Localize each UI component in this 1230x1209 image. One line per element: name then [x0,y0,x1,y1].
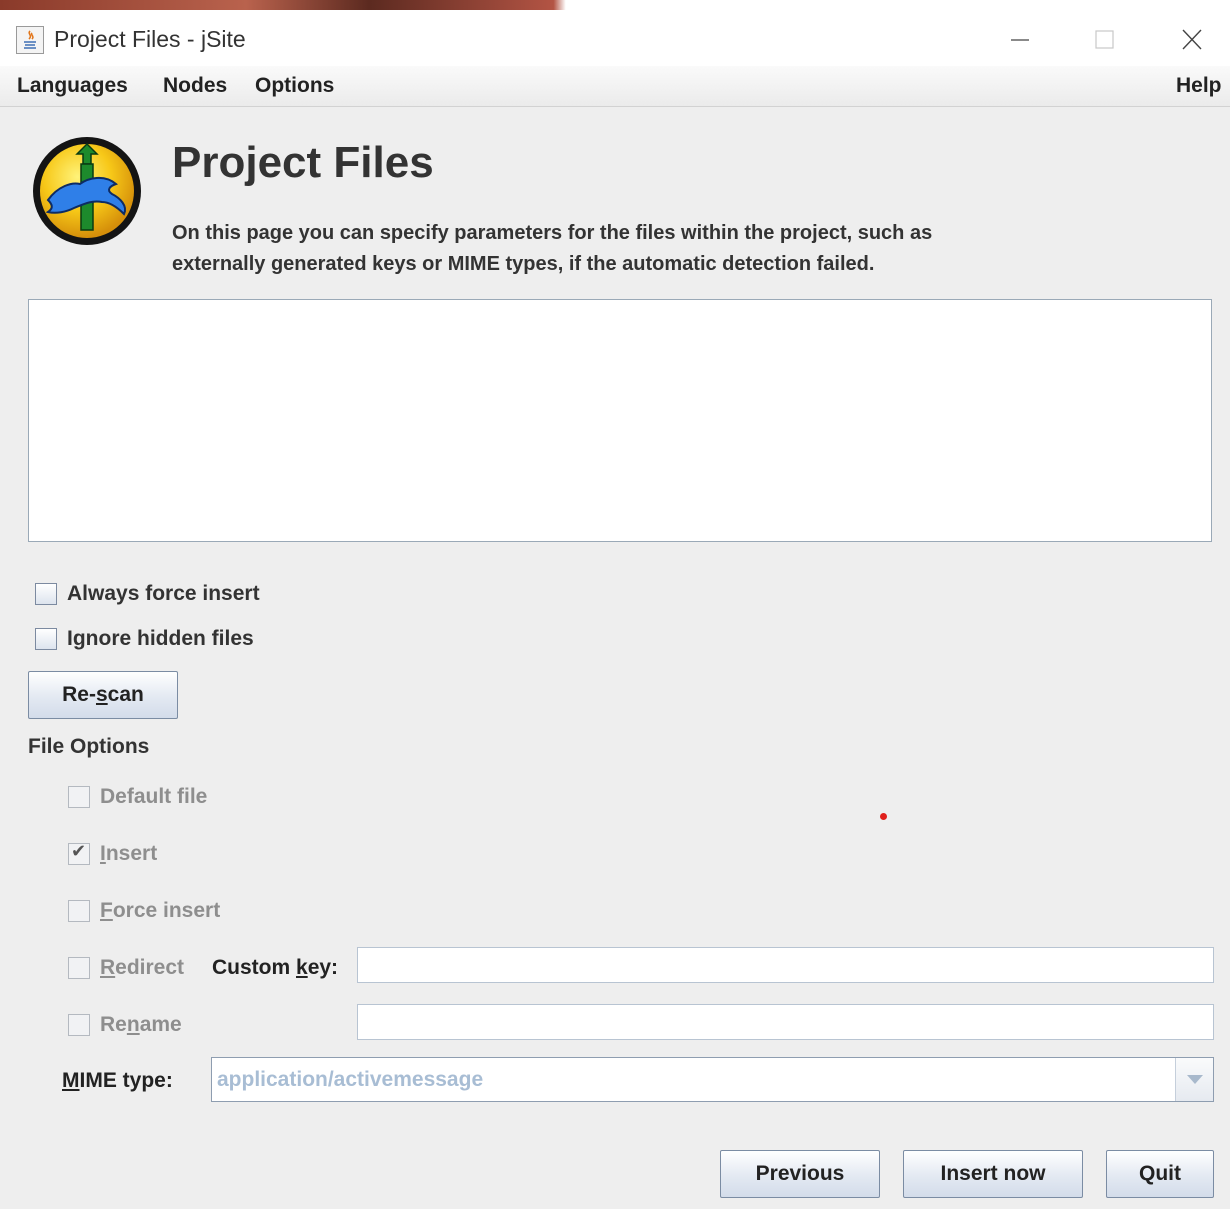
menu-help[interactable]: Help [1176,74,1222,98]
force-insert-label-mnemonic: F [100,899,113,922]
force-insert-label: Force insert [100,899,220,923]
mime-type-dropdown-button[interactable] [1175,1058,1213,1101]
default-file-option[interactable]: Default file [68,785,207,809]
always-force-insert-checkbox[interactable] [35,583,57,605]
always-force-insert-label: Always force insert [67,582,260,605]
page-description-line-2: externally generated keys or MIME types,… [172,253,875,275]
always-force-insert-option[interactable]: Always force insert [35,582,260,606]
redirect-option[interactable]: Redirect [68,956,184,980]
ignore-hidden-files-checkbox[interactable] [35,628,57,650]
checkmark-icon: ✔ [71,841,87,861]
indicator-dot [880,813,887,820]
rename-checkbox[interactable] [68,1014,90,1036]
title-bar: Project Files - jSite [0,10,1230,66]
menu-nodes[interactable]: Nodes [163,74,227,98]
ignore-hidden-files-option[interactable]: Ignore hidden files [35,627,254,651]
mime-type-select[interactable]: application/activemessage [211,1057,1214,1102]
redirect-checkbox[interactable] [68,957,90,979]
window-title: Project Files - jSite [54,26,246,52]
rename-option[interactable]: Rename [68,1013,182,1037]
force-insert-checkbox[interactable] [68,900,90,922]
project-file-list[interactable] [28,299,1212,542]
mime-type-label-mnemonic: M [62,1069,80,1092]
menu-bar: Languages Nodes Options Help [0,66,1230,107]
rescan-button[interactable]: Re-s can [28,671,178,719]
force-insert-label-rest: orce insert [112,899,221,922]
menu-options[interactable]: Options [255,74,334,98]
default-file-label: Default file [100,785,208,808]
maximize-button[interactable] [1075,18,1135,62]
rename-label-after: ame [139,1013,182,1036]
previous-button[interactable]: Previous [720,1150,880,1198]
jsite-logo-icon [30,134,145,249]
rescan-label-before: Re- [62,683,96,706]
quit-button[interactable]: Quit [1106,1150,1214,1198]
menu-languages[interactable]: Languages [17,74,128,98]
force-insert-option[interactable]: Force insert [68,899,220,923]
rescan-label-after: can [107,683,144,706]
ignore-hidden-files-label: Ignore hidden files [67,627,254,650]
insert-now-button[interactable]: Insert now [903,1150,1083,1198]
rename-input[interactable] [357,1004,1214,1040]
redirect-label-rest: edirect [115,956,185,979]
mime-type-label-rest: IME type: [79,1069,173,1092]
insert-checkbox[interactable]: ✔ [68,841,90,865]
custom-key-input[interactable] [357,947,1214,983]
rescan-label-mnemonic: s [95,683,108,706]
chevron-down-icon [1186,1074,1203,1084]
desktop-background-strip [0,0,1230,10]
minimize-button[interactable] [990,18,1050,62]
mime-type-value: application/activemessage [217,1068,484,1091]
close-icon [1182,29,1202,50]
rename-label-mnemonic: n [126,1013,140,1036]
redirect-label: Redirect [100,956,184,980]
file-options-title: File Options [28,735,150,758]
custom-key-label-mnemonic: k [296,956,308,979]
custom-key-label-after: ey: [307,956,339,979]
app-window: Project Files - jSite Languages Nodes Op… [0,0,1230,1209]
insert-label-rest: nsert [105,842,158,865]
redirect-label-mnemonic: R [100,956,116,979]
rename-label: Rename [100,1013,182,1037]
custom-key-label-before: Custom [212,956,296,979]
rename-label-before: Re [100,1013,127,1036]
close-button[interactable] [1162,18,1222,62]
insert-label: Insert [100,842,157,866]
mime-type-label: MIME type: [62,1069,173,1093]
page-title: Project Files [172,138,434,187]
page-description-line-1: On this page you can specify parameters … [172,222,933,244]
default-file-checkbox[interactable] [68,786,90,808]
insert-option[interactable]: ✔ Insert [68,841,157,866]
java-app-icon [16,26,44,54]
page-description: On this page you can specify parameters … [172,218,1172,280]
custom-key-label: Custom key: [212,956,338,980]
